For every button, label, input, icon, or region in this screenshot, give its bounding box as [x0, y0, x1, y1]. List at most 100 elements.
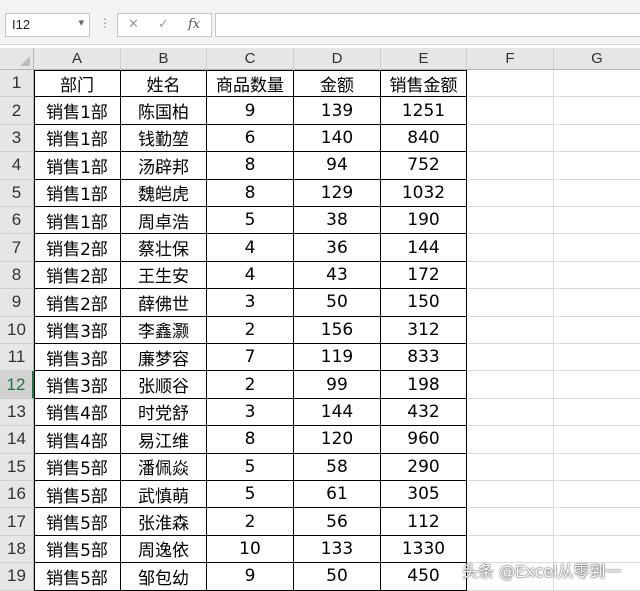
table-cell[interactable]	[554, 454, 640, 481]
table-cell[interactable]: 销售2部	[34, 234, 121, 262]
table-cell[interactable]: 119	[294, 344, 381, 372]
table-cell[interactable]: 5	[207, 207, 294, 235]
table-cell[interactable]	[467, 179, 554, 207]
table-cell[interactable]	[467, 453, 554, 481]
table-cell[interactable]: 陈国柏	[121, 97, 207, 125]
table-cell[interactable]: 139	[294, 97, 381, 125]
table-cell[interactable]	[467, 152, 554, 180]
row-header-14[interactable]: 14	[0, 426, 34, 454]
table-cell[interactable]	[467, 261, 554, 290]
table-cell[interactable]	[554, 97, 640, 125]
enter-icon[interactable]: ✓	[158, 17, 169, 32]
table-cell[interactable]: 190	[381, 207, 467, 235]
table-cell[interactable]	[467, 371, 554, 399]
table-cell[interactable]: 840	[381, 124, 467, 153]
table-cell[interactable]: 魏皑虎	[121, 179, 207, 207]
row-header-3[interactable]: 3	[0, 124, 34, 153]
table-header-cell[interactable]: 商品数量	[207, 70, 294, 98]
table-cell[interactable]	[467, 289, 554, 317]
table-cell[interactable]: 销售5部	[34, 508, 121, 536]
row-header-8[interactable]: 8	[0, 261, 34, 290]
column-header-d[interactable]: D	[294, 48, 381, 70]
table-cell[interactable]: 144	[381, 234, 467, 262]
table-cell[interactable]: 10	[207, 535, 294, 564]
table-cell[interactable]	[554, 481, 640, 509]
table-cell[interactable]: 1032	[381, 179, 467, 207]
table-cell[interactable]: 张顺谷	[121, 371, 207, 399]
table-cell[interactable]	[554, 152, 640, 180]
row-header-2[interactable]: 2	[0, 97, 34, 125]
row-header-15[interactable]: 15	[0, 453, 34, 481]
row-header-1[interactable]: 1	[0, 70, 34, 98]
table-cell[interactable]	[467, 344, 554, 372]
table-cell[interactable]: 销售4部	[34, 426, 121, 454]
table-cell[interactable]: 140	[294, 124, 381, 153]
table-cell[interactable]: 312	[381, 316, 467, 344]
table-cell[interactable]: 5	[207, 481, 294, 509]
table-cell[interactable]: 汤辟邦	[121, 152, 207, 180]
table-header-cell[interactable]: 部门	[34, 70, 121, 98]
table-cell[interactable]: 150	[381, 289, 467, 317]
table-cell[interactable]: 99	[294, 371, 381, 399]
table-header-cell[interactable]: 姓名	[121, 70, 207, 98]
table-cell[interactable]	[554, 70, 640, 98]
table-cell[interactable]: 销售5部	[34, 453, 121, 481]
table-cell[interactable]: 销售2部	[34, 289, 121, 317]
table-cell[interactable]: 8	[207, 426, 294, 454]
table-cell[interactable]: 4	[207, 234, 294, 262]
table-cell[interactable]: 销售4部	[34, 398, 121, 427]
name-box[interactable]: I12 ▾	[5, 13, 90, 37]
row-header-11[interactable]: 11	[0, 344, 34, 372]
column-header-c[interactable]: C	[207, 48, 294, 70]
table-cell[interactable]: 50	[294, 563, 381, 591]
table-cell[interactable]: 销售5部	[34, 481, 121, 509]
table-cell[interactable]: 7	[207, 344, 294, 372]
table-cell[interactable]: 38	[294, 207, 381, 235]
table-cell[interactable]: 周逸依	[121, 535, 207, 564]
column-header-f[interactable]: F	[467, 48, 554, 70]
table-cell[interactable]: 290	[381, 453, 467, 481]
table-cell[interactable]: 3	[207, 398, 294, 427]
table-cell[interactable]: 156	[294, 316, 381, 344]
table-cell[interactable]: 潘佩焱	[121, 453, 207, 481]
table-cell[interactable]: 周卓浩	[121, 207, 207, 235]
table-cell[interactable]	[554, 371, 640, 399]
table-cell[interactable]	[467, 481, 554, 509]
table-cell[interactable]: 销售5部	[34, 535, 121, 564]
table-cell[interactable]: 144	[294, 398, 381, 427]
table-cell[interactable]	[554, 262, 640, 290]
table-cell[interactable]: 李鑫灏	[121, 316, 207, 344]
table-cell[interactable]: 9	[207, 97, 294, 125]
row-header-4[interactable]: 4	[0, 152, 34, 180]
table-cell[interactable]: 43	[294, 261, 381, 290]
row-header-7[interactable]: 7	[0, 234, 34, 262]
table-cell[interactable]	[467, 70, 554, 98]
table-cell[interactable]	[554, 125, 640, 153]
table-cell[interactable]	[467, 234, 554, 262]
table-cell[interactable]: 2	[207, 371, 294, 399]
table-cell[interactable]: 蔡壮保	[121, 234, 207, 262]
column-header-a[interactable]: A	[34, 48, 121, 70]
table-cell[interactable]: 94	[294, 152, 381, 180]
table-cell[interactable]: 销售1部	[34, 97, 121, 125]
table-cell[interactable]	[467, 97, 554, 125]
table-cell[interactable]: 销售3部	[34, 316, 121, 344]
table-cell[interactable]: 销售1部	[34, 152, 121, 180]
table-cell[interactable]: 112	[381, 508, 467, 536]
table-cell[interactable]: 销售3部	[34, 344, 121, 372]
table-cell[interactable]	[554, 207, 640, 235]
table-cell[interactable]	[467, 508, 554, 536]
row-header-19[interactable]: 19	[0, 563, 34, 591]
table-cell[interactable]: 36	[294, 234, 381, 262]
table-cell[interactable]	[554, 508, 640, 536]
column-header-g[interactable]: G	[554, 48, 640, 70]
table-cell[interactable]: 5	[207, 453, 294, 481]
insert-function-icon[interactable]: fx	[188, 17, 200, 32]
table-cell[interactable]: 2	[207, 508, 294, 536]
table-cell[interactable]	[467, 316, 554, 344]
table-cell[interactable]	[554, 180, 640, 207]
row-header-9[interactable]: 9	[0, 289, 34, 317]
table-cell[interactable]: 薛佛世	[121, 289, 207, 317]
table-cell[interactable]: 833	[381, 344, 467, 372]
table-cell[interactable]: 王生安	[121, 261, 207, 290]
